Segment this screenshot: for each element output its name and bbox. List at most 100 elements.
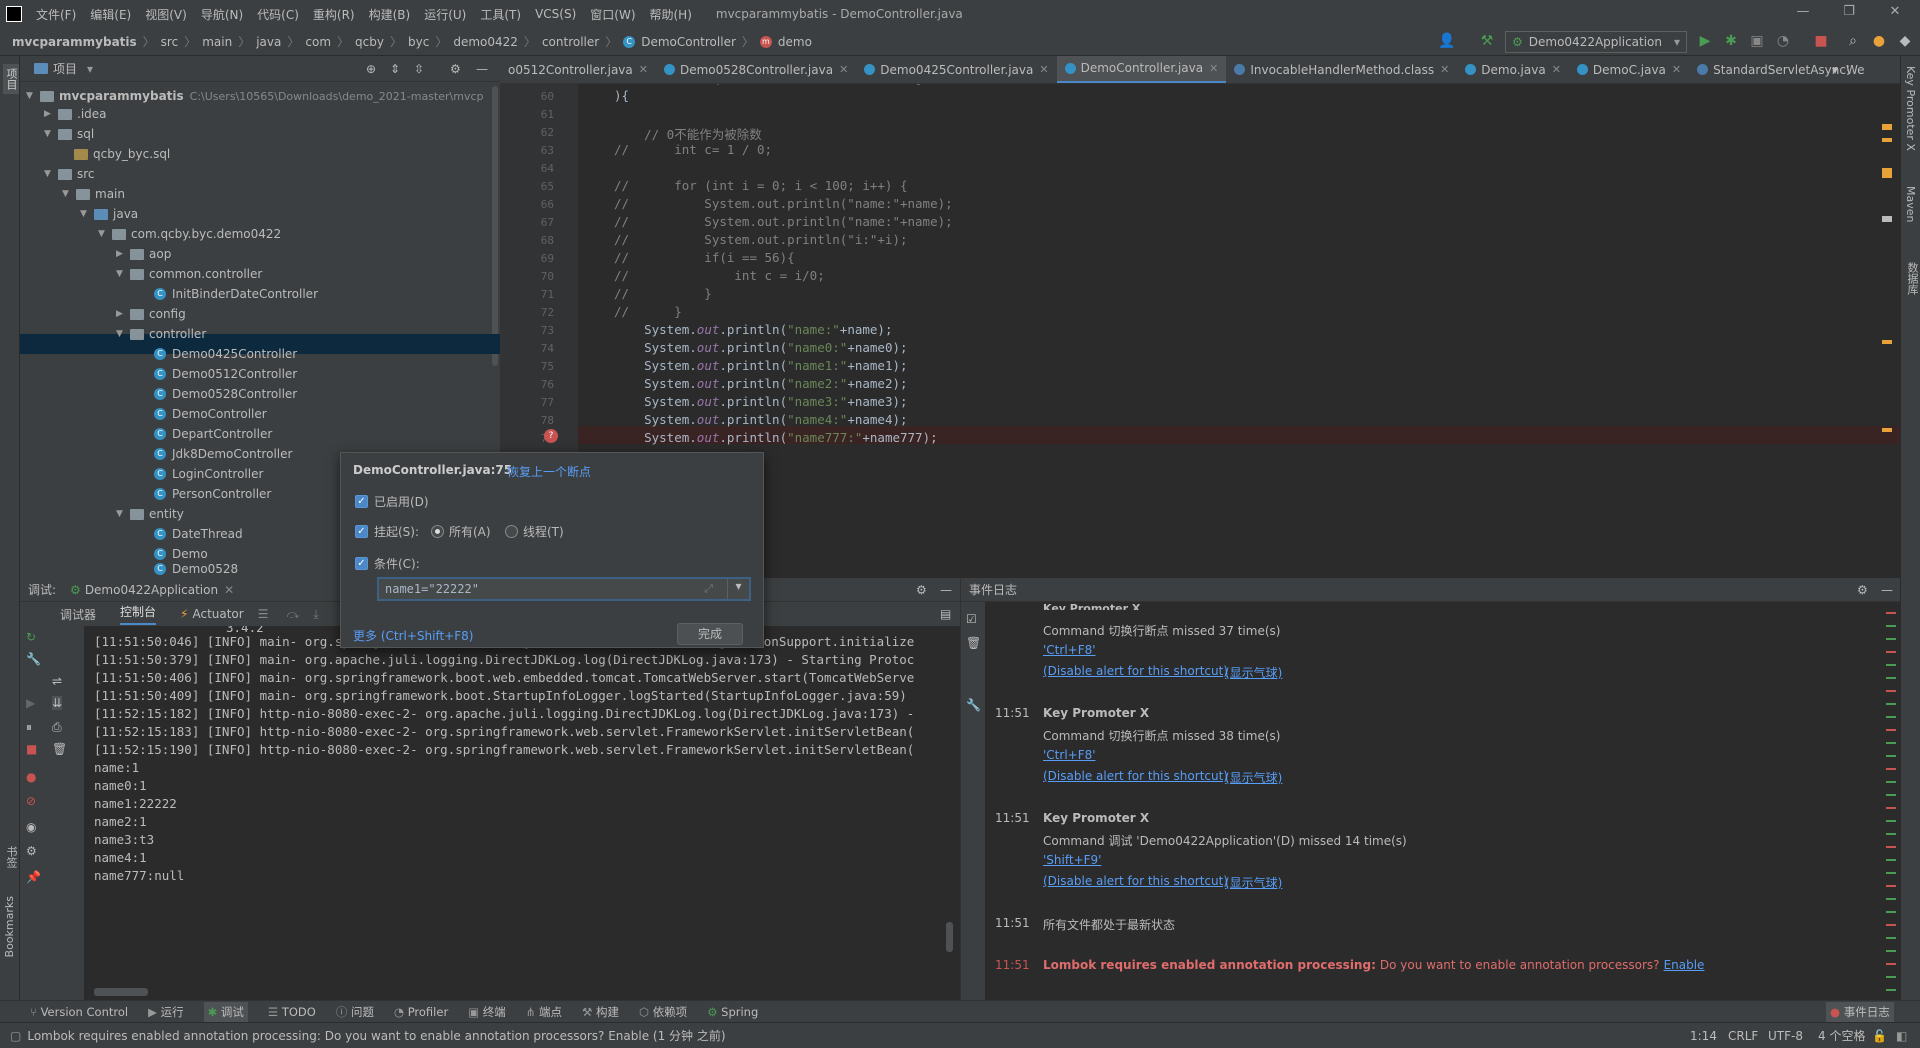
tree-item-demo0528[interactable]: C Demo0528Controller <box>154 384 297 404</box>
enable-annotation-link[interactable]: Enable <box>1664 958 1705 972</box>
tab-invocablehandlermethod[interactable]: InvocableHandlerMethod.class ✕ <box>1226 56 1457 83</box>
close-icon[interactable]: ✕ <box>1872 4 1918 19</box>
wrench-icon[interactable]: 🔧 <box>966 698 981 712</box>
tree-item-demo0528-entity[interactable]: C Demo0528 <box>154 562 238 576</box>
code-line[interactable]: // int c = i/0; <box>614 268 825 283</box>
update-icon[interactable]: ● <box>1870 32 1888 50</box>
menu-vcs[interactable]: VCS(S) <box>535 7 576 21</box>
tree-item-sql[interactable]: ▼ sql <box>44 124 94 144</box>
mute-breakpoints-icon[interactable]: ⊘ <box>26 794 36 808</box>
tree-item-demo0425[interactable]: C Demo0425Controller <box>154 344 297 364</box>
stop-icon[interactable]: ■ <box>26 742 37 756</box>
coverage-icon[interactable]: ▣ <box>1748 32 1766 50</box>
breadcrumb-main[interactable]: main <box>202 35 232 49</box>
menu-tools[interactable]: 工具(T) <box>480 6 521 23</box>
locate-icon[interactable]: ⊕ <box>366 62 376 76</box>
tree-item-controller[interactable]: ▼ controller <box>116 324 206 344</box>
trash-icon[interactable]: 🗑 <box>52 742 67 756</box>
menu-icon[interactable]: ☰ <box>258 607 269 621</box>
tab-demo0425[interactable]: Demo0425Controller.java ✕ <box>856 56 1056 83</box>
tree-item-idea[interactable]: ▶ .idea <box>44 104 107 124</box>
bookmarks-tool-button[interactable]: Bookmarks <box>3 896 16 957</box>
status-line-separator[interactable]: CRLF <box>1728 1029 1758 1043</box>
hide-icon[interactable]: — <box>1881 583 1893 597</box>
more-icon[interactable]: ⋮ <box>1842 63 1854 77</box>
console-output[interactable]: ⇌ ⇊ ⎙ 🗑 3.4.2 [11:51:50:046] [INFO] main… <box>48 626 960 1000</box>
tree-item-datethread[interactable]: C DateThread <box>154 524 243 544</box>
tree-item-login[interactable]: C LoginController <box>154 464 263 484</box>
menu-run[interactable]: 运行(U) <box>424 6 466 23</box>
search-icon[interactable]: ⌕ <box>1844 32 1862 50</box>
expand-icon[interactable]: ⤢ <box>704 582 713 596</box>
menu-code[interactable]: 代码(C) <box>257 6 299 23</box>
restore-breakpoint-link[interactable]: 恢复上一个断点 <box>507 463 591 480</box>
breadcrumb-demo0422[interactable]: demo0422 <box>453 35 518 49</box>
gear-icon[interactable]: ⚙ <box>450 62 461 76</box>
code-line[interactable]: System.out.println("name3:"+name3); <box>614 394 907 409</box>
tree-item-demo[interactable]: C Demo <box>154 544 208 564</box>
breadcrumb-java[interactable]: java <box>256 35 281 49</box>
code-line[interactable]: System.out.println("name0:"+name0); <box>614 340 907 355</box>
tree-item-jdk8[interactable]: C Jdk8DemoController <box>154 444 292 464</box>
tab-demo0528[interactable]: Demo0528Controller.java ✕ <box>656 56 856 83</box>
tree-item-sql-file[interactable]: qcby_byc.sql <box>74 144 170 164</box>
event-bubble-link[interactable]: (显示气球) <box>1225 769 1282 786</box>
project-tool-button[interactable]: 项目 <box>3 64 19 94</box>
camera-icon[interactable]: ◉ <box>26 820 36 834</box>
tool-todo[interactable]: ☰ TODO <box>268 1005 316 1019</box>
tree-item-main[interactable]: ▼ main <box>62 184 125 204</box>
code-line[interactable]: // if(i == 56){ <box>614 250 795 265</box>
code-line[interactable]: System.out.println("name777:"+name777); <box>614 430 938 445</box>
code-line[interactable]: // 0不能作为被除数 <box>614 124 762 143</box>
status-indent[interactable]: 4 个空格 <box>1818 1027 1865 1044</box>
event-bubble-link[interactable]: (显示气球) <box>1225 874 1282 891</box>
tree-item-aop[interactable]: ▶ aop <box>116 244 171 264</box>
chevron-up-icon[interactable]: ⌃ <box>1844 84 1853 87</box>
status-caret-position[interactable]: 1:14 <box>1690 1029 1717 1043</box>
tab-democontroller[interactable]: DemoController.java ✕ <box>1056 56 1227 83</box>
more-link[interactable]: 更多 (Ctrl+Shift+F8) <box>353 627 473 644</box>
tool-terminal[interactable]: ▣ 终端 <box>468 1004 506 1020</box>
debug-icon[interactable]: ✱ <box>1722 32 1740 50</box>
pause-icon[interactable]: ⏸ <box>26 720 32 735</box>
tree-item-src[interactable]: ▼ src <box>44 164 95 184</box>
tool-problems[interactable]: ⓘ 问题 <box>336 1004 374 1020</box>
menu-navigate[interactable]: 导航(N) <box>201 6 243 23</box>
tool-dependencies[interactable]: ⬡ 依赖项 <box>639 1004 687 1020</box>
minimize-icon[interactable]: — <box>1780 4 1826 19</box>
hide-icon[interactable]: — <box>940 583 952 597</box>
layout-icon[interactable]: ▢ <box>10 1029 21 1043</box>
code-line[interactable]: // System.out.println("name:"+name); <box>614 196 953 211</box>
status-encoding[interactable]: UTF-8 <box>1768 1029 1803 1043</box>
view-breakpoints-icon[interactable]: ● <box>26 770 36 784</box>
project-scrollbar[interactable] <box>492 86 498 366</box>
maven-tool-button[interactable]: Maven <box>1904 186 1917 222</box>
menu-edit[interactable]: 编辑(E) <box>90 6 131 23</box>
soft-wrap-icon[interactable]: ⇌ <box>52 674 62 688</box>
inspection-widget[interactable]: ❶1 ⚠20 ⚠3 ✔1 ⌃ ⌄ <box>1730 84 1870 87</box>
code-line[interactable]: // for (int i = 0; i < 100; i++) { <box>614 178 908 193</box>
project-panel-title[interactable]: 项目 <box>53 60 77 77</box>
expand-all-icon[interactable]: ⇕ <box>390 62 400 76</box>
tree-item-java[interactable]: ▼ java <box>80 204 138 224</box>
breadcrumb-demo-method[interactable]: demo <box>778 35 812 49</box>
memory-icon[interactable]: ◧ <box>1896 1029 1907 1043</box>
wrench-icon[interactable]: 🔧 <box>26 652 41 666</box>
suspend-checkbox[interactable]: ✓ 挂起(S): <box>355 523 419 540</box>
bookmarks-tool-label[interactable]: 书签 <box>3 846 19 868</box>
enabled-checkbox[interactable]: ✓ 已启用(D) <box>355 493 429 510</box>
tool-endpoints[interactable]: ⋔ 端点 <box>526 1004 562 1020</box>
layout-icon[interactable]: ▤ <box>940 607 951 621</box>
settings-icon[interactable]: ⚙ <box>26 844 37 858</box>
tabs-dropdown-icon[interactable]: ▾ <box>1832 63 1838 77</box>
build-hammer-icon[interactable]: ⚒ <box>1478 32 1496 50</box>
code-line[interactable]: System.out.println("name1:"+name1); <box>614 358 907 373</box>
close-icon[interactable]: ✕ <box>224 583 234 597</box>
tab-demo0512[interactable]: o0512Controller.java ✕ <box>500 56 656 83</box>
tool-debug[interactable]: ✱ 调试 <box>203 1001 248 1022</box>
code-line[interactable]: , @RequestParam("name444") String name4 <box>614 84 968 85</box>
tree-item-initbinder[interactable]: C InitBinderDateController <box>154 284 318 304</box>
step-into-icon[interactable]: ⤓ <box>313 607 318 622</box>
console-vscrollbar[interactable] <box>946 922 953 952</box>
suspend-thread-radio[interactable]: 线程(T) <box>505 523 564 540</box>
